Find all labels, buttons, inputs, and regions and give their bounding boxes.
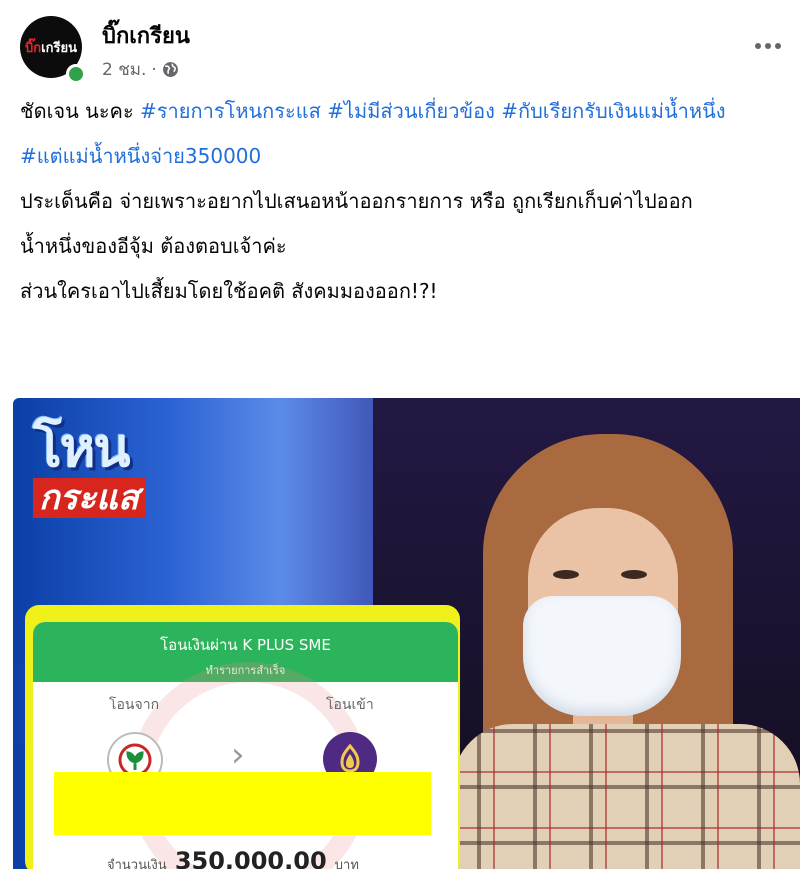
show-logo-top: โหน	[33, 416, 131, 479]
show-logo-bottom: กระแส	[33, 478, 145, 518]
post-text-intro: ชัดเจน นะคะ	[20, 99, 141, 123]
post-text: ชัดเจน นะคะ #รายการโหนกระแส #ไม่มีส่วนเก…	[20, 96, 792, 321]
amount-label: จำนวนเงิน	[107, 858, 167, 869]
post-paragraph-3: ประเด็นคือ จ่ายเพราะอยากไปเสนอหน้าออกราย…	[20, 189, 693, 213]
post-meta: 2 ชม. ·	[102, 56, 179, 83]
amount-value: 350,000.00	[174, 847, 327, 869]
hashtag-link[interactable]: #ไม่มีส่วนเกี่ยวข้อง	[327, 99, 495, 123]
post-paragraph-2: #แต่แม่น้ำหนึ่งจ่าย350000	[20, 141, 792, 172]
hashtag-link[interactable]: #กับเรียกรับเงินแม่น้ำหนึ่ง	[501, 99, 725, 123]
amount-row: จำนวนเงิน 350,000.00 บาท	[107, 847, 359, 869]
dot-icon	[775, 43, 781, 49]
hashtag-link[interactable]: #แต่แม่น้ำหนึ่งจ่าย350000	[20, 144, 261, 168]
post-timestamp[interactable]: 2 ชม.	[102, 56, 146, 83]
post-paragraph-4: น้ำหนึ่งของอีจุ้ม ต้องตอบเจ้าค่ะ	[20, 234, 287, 258]
eye	[621, 570, 647, 579]
to-label: โอนเข้า	[326, 697, 374, 713]
meta-separator: ·	[151, 59, 157, 80]
globe-icon[interactable]	[162, 61, 179, 78]
post-paragraph-1: ชัดเจน นะคะ #รายการโหนกระแส #ไม่มีส่วนเก…	[20, 96, 792, 127]
post-image[interactable]: โหน กระแส โอนเงินผ่าน K PLUS SME ทำรายกา…	[13, 398, 800, 869]
more-options-button[interactable]	[750, 34, 786, 58]
avatar-logo-text: บิ๊กเกรียน	[25, 40, 77, 56]
masked-woman-photo	[453, 428, 800, 869]
post-paragraph-5: ส่วนใครเอาไปเสี้ยมโดยใช้อคติ สังคมมองออก…	[20, 279, 438, 303]
post-header: บิ๊กเกรียน บิ๊กเกรียน 2 ชม. ·	[16, 12, 786, 84]
transfer-slip: โอนเงินผ่าน K PLUS SME ทำรายการสำเร็จ โอ…	[25, 605, 460, 869]
eye	[553, 570, 579, 579]
currency-label: บาท	[334, 858, 359, 869]
arrow-right-icon: ›	[231, 735, 245, 775]
slip-title: โอนเงินผ่าน K PLUS SME	[160, 636, 331, 654]
from-label: โอนจาก	[109, 697, 160, 713]
dot-icon	[755, 43, 761, 49]
dot-icon	[765, 43, 771, 49]
plaid-shirt	[453, 724, 800, 869]
online-status-dot	[66, 64, 86, 84]
hashtag-link[interactable]: #รายการโหนกระแส	[140, 99, 321, 123]
show-logo: โหน กระแส	[33, 420, 193, 530]
face-mask	[523, 596, 681, 716]
page-name-link[interactable]: บิ๊กเกรียน	[102, 18, 190, 53]
redaction-bar	[54, 772, 431, 835]
